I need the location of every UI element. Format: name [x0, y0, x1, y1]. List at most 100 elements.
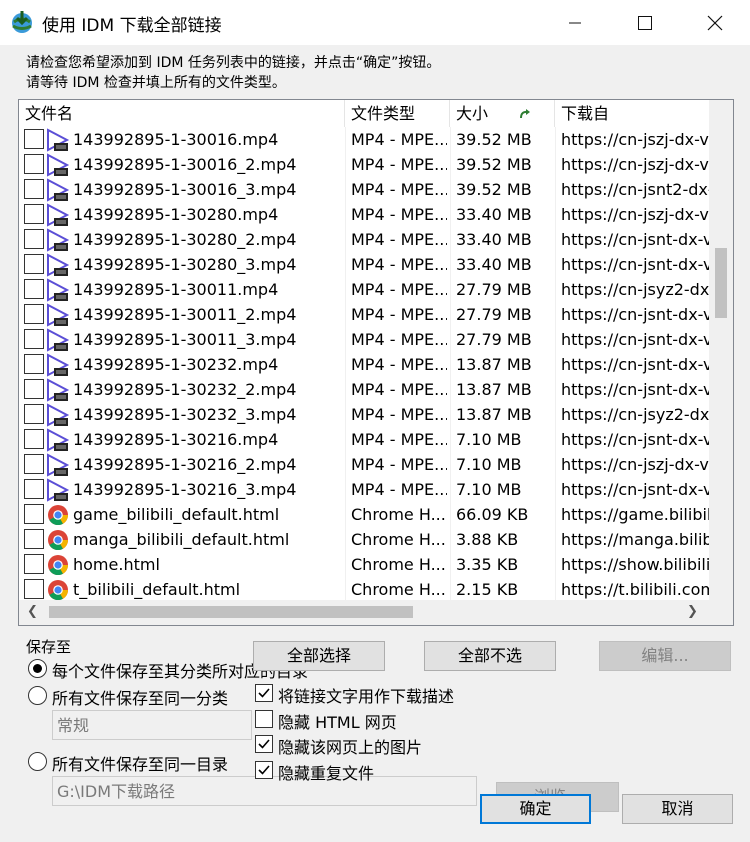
column-header-size[interactable]: 大小 — [450, 100, 555, 127]
row-checkbox[interactable] — [24, 329, 44, 349]
table-row[interactable]: 143992895-1-30016.mp4 MP4 - MPE... 39.52 M… — [19, 127, 709, 152]
row-checkbox[interactable] — [24, 529, 44, 549]
table-row[interactable]: 143992895-1-30232_2.mp4 MP4 - MPE... 13.87… — [19, 377, 709, 402]
edit-button[interactable]: 编辑... — [599, 641, 731, 671]
radio-same-directory-label: 所有文件保存至同一目录 — [52, 755, 229, 774]
table-row[interactable]: t_bilibili_default.html Chrome H... 2.15 K… — [19, 577, 709, 602]
instruction-line-2: 请等待 IDM 检查并填上所有的文件类型。 — [26, 75, 286, 91]
video-file-icon — [47, 478, 70, 502]
row-filetype: MP4 - MPE... — [351, 180, 447, 199]
table-row[interactable]: 143992895-1-30280_2.mp4 MP4 - MPE... 33.40… — [19, 227, 709, 252]
row-filename: 143992895-1-30011_3.mp4 — [73, 330, 297, 349]
table-row[interactable]: 143992895-1-30216_2.mp4 MP4 - MPE... 7.10 … — [19, 452, 709, 477]
row-checkbox[interactable] — [24, 579, 44, 599]
row-checkbox[interactable] — [24, 454, 44, 474]
row-size: 33.40 MB — [456, 205, 532, 224]
video-file-icon — [47, 153, 70, 177]
table-row[interactable]: 143992895-1-30232.mp4 MP4 - MPE... 13.87 M… — [19, 352, 709, 377]
use-link-text-checkbox[interactable] — [255, 684, 273, 702]
radio-same-directory[interactable] — [28, 752, 47, 771]
table-row[interactable]: 143992895-1-30016_3.mp4 MP4 - MPE... 39.52… — [19, 177, 709, 202]
maximize-button[interactable] — [610, 0, 680, 45]
hide-duplicates-label: 隐藏重复文件 — [278, 764, 375, 783]
row-filename: 143992895-1-30011_2.mp4 — [73, 305, 297, 324]
table-row[interactable]: 143992895-1-30011_2.mp4 MP4 - MPE... 27.79… — [19, 302, 709, 327]
row-source: https://cn-jszj-dx-v-0 — [561, 155, 709, 174]
row-filetype: MP4 - MPE... — [351, 305, 447, 324]
column-header-filetype[interactable]: 文件类型 — [345, 100, 450, 127]
row-filetype: Chrome H... — [351, 580, 446, 599]
row-checkbox[interactable] — [24, 429, 44, 449]
horizontal-scrollbar[interactable]: ❮ ❯ — [19, 600, 733, 625]
row-checkbox[interactable] — [24, 504, 44, 524]
row-size: 7.10 MB — [456, 455, 522, 474]
checkmark-icon — [258, 688, 270, 698]
video-file-icon — [47, 403, 70, 427]
list-header: 文件名 文件类型 大小 下载自 — [19, 100, 709, 127]
row-checkbox[interactable] — [24, 154, 44, 174]
hide-images-checkbox[interactable] — [255, 735, 273, 753]
row-checkbox[interactable] — [24, 229, 44, 249]
video-file-icon — [47, 353, 70, 377]
row-size: 66.09 KB — [456, 505, 529, 524]
row-size: 7.10 MB — [456, 480, 522, 499]
table-row[interactable]: 143992895-1-30280_3.mp4 MP4 - MPE... 33.40… — [19, 252, 709, 277]
row-filename: 143992895-1-30016_2.mp4 — [73, 155, 297, 174]
column-header-source[interactable]: 下载自 — [555, 100, 709, 127]
table-row[interactable]: home.html Chrome H... 3.35 KB https://show.… — [19, 552, 709, 577]
video-file-icon — [47, 453, 70, 477]
row-checkbox[interactable] — [24, 254, 44, 274]
table-row[interactable]: game_bilibili_default.html Chrome H... 66.… — [19, 502, 709, 527]
row-checkbox[interactable] — [24, 554, 44, 574]
row-source: https://cn-jsnt-dx-v- — [561, 430, 709, 449]
row-source: https://cn-jsnt-dx-v- — [561, 380, 709, 399]
select-none-button[interactable]: 全部不选 — [424, 641, 556, 671]
table-row[interactable]: 143992895-1-30232_3.mp4 MP4 - MPE... 13.87… — [19, 402, 709, 427]
row-checkbox[interactable] — [24, 404, 44, 424]
row-checkbox[interactable] — [24, 379, 44, 399]
horizontal-scroll-thumb[interactable] — [49, 606, 413, 618]
row-source: https://cn-jszj-dx-v-0 — [561, 130, 709, 149]
maximize-icon — [638, 15, 652, 30]
select-all-button[interactable]: 全部选择 — [253, 641, 385, 671]
row-size: 7.10 MB — [456, 430, 522, 449]
row-checkbox[interactable] — [24, 279, 44, 299]
radio-per-category[interactable] — [28, 659, 47, 678]
scroll-left-icon[interactable]: ❮ — [27, 604, 38, 619]
row-checkbox[interactable] — [24, 179, 44, 199]
row-filetype: MP4 - MPE... — [351, 330, 447, 349]
ok-button[interactable]: 确定 — [480, 794, 591, 824]
scroll-right-icon[interactable]: ❯ — [687, 604, 698, 619]
table-row[interactable]: 143992895-1-30216.mp4 MP4 - MPE... 7.10 MB… — [19, 427, 709, 452]
row-checkbox[interactable] — [24, 204, 44, 224]
close-button[interactable] — [680, 0, 750, 45]
row-checkbox[interactable] — [24, 479, 44, 499]
cancel-button[interactable]: 取消 — [622, 794, 733, 824]
row-source: https://cn-jsyz2-dx-v — [561, 405, 709, 424]
row-checkbox[interactable] — [24, 129, 44, 149]
row-checkbox[interactable] — [24, 354, 44, 374]
hide-html-checkbox[interactable] — [255, 710, 273, 728]
table-row[interactable]: 143992895-1-30011.mp4 MP4 - MPE... 27.79 M… — [19, 277, 709, 302]
table-row[interactable]: manga_bilibili_default.html Chrome H... 3.… — [19, 527, 709, 552]
column-header-filename[interactable]: 文件名 — [19, 100, 345, 127]
minimize-button[interactable] — [540, 0, 610, 45]
table-row[interactable]: 143992895-1-30016_2.mp4 MP4 - MPE... 39.52… — [19, 152, 709, 177]
table-row[interactable]: 143992895-1-30011_3.mp4 MP4 - MPE... 27.79… — [19, 327, 709, 352]
row-filetype: MP4 - MPE... — [351, 280, 447, 299]
chrome-html-icon — [48, 505, 69, 526]
row-checkbox[interactable] — [24, 304, 44, 324]
video-file-icon — [47, 253, 70, 277]
vertical-scroll-thumb[interactable] — [715, 248, 727, 318]
checkmark-icon — [258, 739, 270, 749]
table-row[interactable]: 143992895-1-30280.mp4 MP4 - MPE... 33.40 M… — [19, 202, 709, 227]
vertical-scrollbar[interactable] — [709, 100, 733, 600]
video-file-icon — [47, 228, 70, 252]
row-source: https://game.bilibili. — [561, 505, 709, 524]
hide-duplicates-checkbox[interactable] — [255, 761, 273, 779]
row-source: https://t.bilibili.com/ — [561, 580, 709, 599]
table-row[interactable]: 143992895-1-30216_3.mp4 MP4 - MPE... 7.10 … — [19, 477, 709, 502]
link-list[interactable]: 文件名 文件类型 大小 下载自 143992895-1-30016.mp4 MP4… — [18, 99, 734, 626]
radio-same-category[interactable] — [28, 686, 47, 705]
row-size: 33.40 MB — [456, 255, 532, 274]
